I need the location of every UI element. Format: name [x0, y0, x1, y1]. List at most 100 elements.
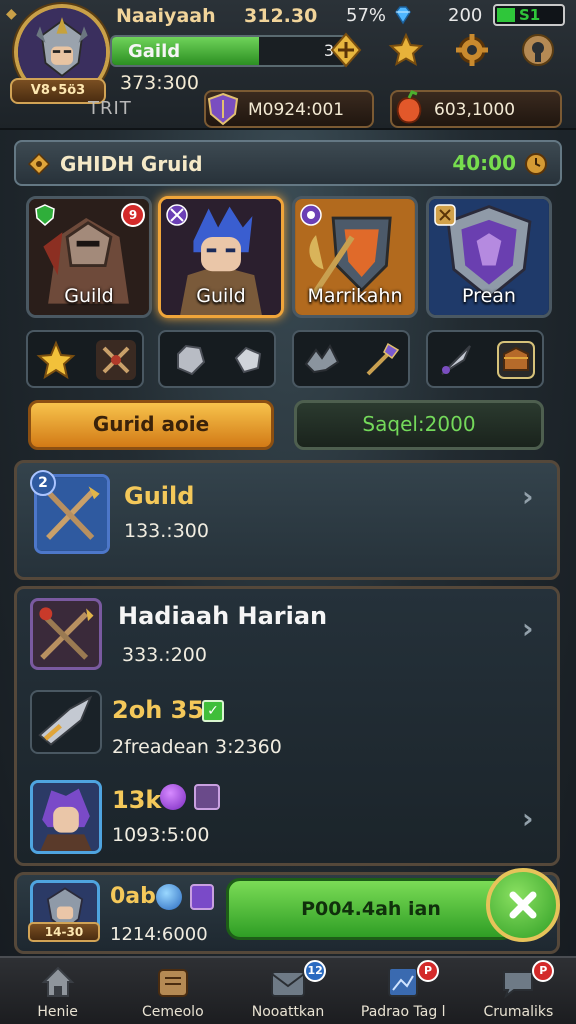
gem-count: 200 — [448, 5, 483, 26]
hero-card-4-label: Prean — [462, 285, 516, 307]
nav-tasks-badge: P — [417, 960, 440, 982]
nav-home[interactable]: Henie — [0, 958, 115, 1024]
daily-item-3-chevron-icon[interactable]: › — [522, 802, 534, 835]
daily-header-sub: 333.:200 — [122, 644, 207, 666]
silver-gem-icon — [177, 344, 206, 376]
battery-indicator: S1 — [493, 4, 565, 26]
resource-pill-shield[interactable]: M0924:001 — [204, 90, 374, 128]
star-icon — [388, 32, 424, 67]
guild-panel-header: GHIDH Gruid 40:00 — [14, 140, 562, 186]
nav-community[interactable]: P Crumaliks — [461, 958, 576, 1024]
purple-orb-icon — [160, 784, 186, 810]
menu-diamond-icon[interactable]: ◆ — [6, 6, 17, 22]
bottom-title: 0ab — [110, 884, 156, 909]
guild-row-chevron-icon[interactable]: › — [522, 480, 534, 513]
treasure-chest-icon — [497, 341, 535, 379]
purple-hair-hero-icon — [33, 783, 99, 851]
daily-item-1-thumb — [30, 598, 102, 670]
nav-notifications-badge: 12 — [304, 960, 327, 982]
guild-emblem-icon — [28, 153, 50, 175]
daily-item-3-sub: 1093:5:00 — [112, 824, 210, 846]
nav-notifications[interactable]: 12 Nooattkan — [230, 958, 345, 1024]
guild-progress-label: Gaild — [128, 41, 181, 62]
hero-card-3-label: Marrikahn — [307, 285, 403, 307]
crystal-staff-icon — [366, 342, 400, 376]
green-check-icon: ✓ — [202, 700, 224, 722]
star-rank-button[interactable] — [386, 30, 426, 70]
item-slot-1[interactable] — [26, 330, 144, 388]
hero-card-2-label: Guild — [196, 285, 246, 307]
battery-fill — [497, 8, 515, 22]
guild-progress-bar: Gaild 3 — [110, 35, 348, 67]
guild-scale-button[interactable]: Saqel:2000 — [294, 400, 544, 450]
daily-item-2-sub: 2freadean 3:2360 — [112, 736, 282, 758]
nav-notifications-label: Nooattkan — [251, 1004, 325, 1020]
item-slot-2[interactable] — [158, 330, 276, 388]
clock-icon[interactable] — [524, 152, 548, 176]
daily-item-3-title: 13k — [112, 786, 162, 814]
claim-button[interactable]: P004.4ah ian — [226, 878, 516, 940]
sub-tag: TRIT — [88, 98, 132, 119]
bottom-nav: Henie Cemeolo 12 Nooattkan P Padrao Tag … — [0, 956, 576, 1024]
nav-home-label: Henie — [37, 1004, 78, 1020]
bottom-sub: 1214:6000 — [110, 924, 208, 945]
hero-card-2[interactable]: Guild — [158, 196, 284, 318]
guild-timer: 40:00 — [452, 151, 516, 175]
green-shield-badge-icon — [35, 204, 55, 226]
nav-shop[interactable]: Cemeolo — [115, 958, 230, 1024]
battery-text: S1 — [519, 6, 541, 24]
scroll-frame-icon — [157, 969, 188, 997]
close-x-icon — [509, 891, 537, 919]
hero-card-1-label: Guild — [64, 285, 114, 307]
add-diamond-icon[interactable] — [330, 32, 362, 68]
crossed-weapons-icon — [96, 340, 136, 380]
gem-icon — [395, 6, 411, 25]
status-percent: 57% — [346, 5, 387, 26]
guild-row-title: Guild — [124, 482, 195, 510]
daily-header-title: Hadiaah Harian — [118, 602, 328, 630]
hero-card-1[interactable]: 9 Guild — [26, 196, 152, 318]
guild-row-badge: 2 — [30, 470, 56, 496]
daily-item-2-thumb — [30, 690, 102, 754]
rune-icon — [194, 784, 220, 810]
hero-card-3[interactable]: Marrikahn — [292, 196, 418, 318]
hero-card-1-count-badge: 9 — [121, 203, 145, 227]
nav-community-label: Crumaliks — [483, 1004, 554, 1020]
spiked-claw-icon — [304, 344, 340, 374]
gold-count: 373:300 — [120, 72, 199, 94]
blue-orb-icon — [156, 884, 182, 910]
arrowhead-icon — [38, 695, 93, 746]
guild-action-button[interactable]: Gurid aoie — [28, 400, 274, 450]
gold-star-icon — [36, 340, 76, 380]
nav-shop-label: Cemeolo — [141, 1004, 204, 1020]
shield-knob-icon — [522, 34, 554, 66]
gold-cross-badge-icon — [434, 204, 456, 226]
item-slot-3[interactable] — [292, 330, 410, 388]
daily-item-3-thumb — [30, 780, 102, 854]
guild-panel-title: GHIDH Gruid — [60, 152, 203, 176]
purple-badge-icon — [300, 204, 322, 226]
purple-card-icon — [190, 884, 214, 910]
nav-tasks-label: Padrao Tag l — [360, 1004, 446, 1020]
player-name: Naaiyaah — [116, 5, 216, 27]
nav-community-badge: P — [532, 960, 555, 982]
purple-shield-icon — [207, 92, 239, 126]
settings-button[interactable] — [452, 30, 492, 70]
player-gold: 312.30 — [244, 5, 318, 27]
hero-card-4[interactable]: Prean — [426, 196, 552, 318]
crossed-swords-badge-icon — [166, 204, 188, 226]
silver-ore-icon — [234, 346, 262, 374]
gear-icon — [456, 34, 488, 66]
dagger-icon — [441, 345, 471, 375]
bottom-level-plate: 14-30 — [28, 922, 100, 942]
daily-item-1-chevron-icon[interactable]: › — [522, 612, 534, 645]
item-slot-4[interactable] — [426, 330, 544, 388]
confirm-button[interactable] — [486, 868, 560, 942]
resource-shield-value: M0924:001 — [248, 100, 345, 120]
nav-tasks[interactable]: P Padrao Tag l — [346, 958, 461, 1024]
resource-pill-fruit[interactable]: 603,1000 — [390, 90, 562, 128]
envelope-icon — [271, 971, 305, 997]
house-icon — [41, 966, 75, 997]
profile-button[interactable] — [518, 30, 558, 70]
guild-row-sub: 133.:300 — [124, 520, 209, 542]
